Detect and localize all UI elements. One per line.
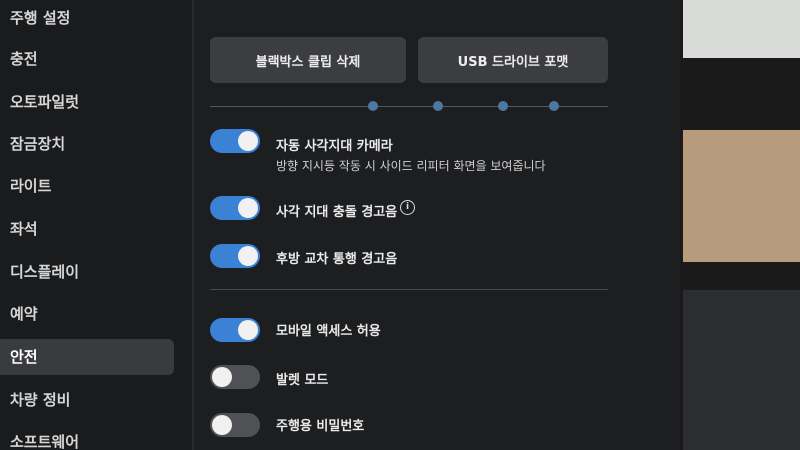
toggle-knob bbox=[212, 367, 232, 387]
slider-step-2[interactable] bbox=[433, 101, 443, 111]
toggle-knob bbox=[212, 415, 232, 435]
toggle-knob bbox=[238, 320, 258, 340]
blind-spot-chime-label: 사각 지대 충돌 경고음 bbox=[276, 205, 398, 220]
toggle-knob bbox=[238, 131, 258, 151]
format-usb-drive-button[interactable]: USB 드라이브 포맷 bbox=[418, 37, 608, 83]
sidebar-item-charging[interactable]: 충전 bbox=[0, 41, 174, 77]
rear-cross-traffic-label: 후방 교차 통행 경고음 bbox=[276, 252, 398, 267]
blind-spot-camera-toggle[interactable] bbox=[210, 129, 260, 153]
sidebar-item-autopilot[interactable]: 오토파일럿 bbox=[0, 84, 174, 120]
toggle-knob bbox=[238, 198, 258, 218]
slider-step-4[interactable] bbox=[549, 101, 559, 111]
background-window bbox=[683, 0, 800, 58]
sidebar-divider bbox=[192, 0, 194, 450]
sidebar-item-driving-settings[interactable]: 주행 설정 bbox=[0, 0, 174, 36]
section-divider bbox=[210, 289, 608, 290]
info-icon[interactable]: i bbox=[400, 200, 415, 215]
touchscreen: 주행 설정 충전 오토파일럿 잠금장치 라이트 좌석 디스플레이 예약 안전 차… bbox=[0, 0, 680, 450]
valet-mode-toggle[interactable] bbox=[210, 365, 260, 389]
background-dashboard bbox=[683, 290, 800, 450]
pin-to-drive-toggle[interactable] bbox=[210, 413, 260, 437]
delete-dashcam-clips-button[interactable]: 블랙박스 클립 삭제 bbox=[210, 37, 406, 83]
sidebar-item-software[interactable]: 소프트웨어 bbox=[0, 424, 174, 450]
rear-cross-traffic-toggle[interactable] bbox=[210, 244, 260, 268]
sidebar-item-safety[interactable]: 안전 bbox=[0, 339, 174, 375]
slider-step-3[interactable] bbox=[498, 101, 508, 111]
blind-spot-chime-toggle[interactable] bbox=[210, 196, 260, 220]
sidebar-item-lights[interactable]: 라이트 bbox=[0, 168, 174, 204]
sidebar-item-display[interactable]: 디스플레이 bbox=[0, 254, 174, 290]
valet-mode-label: 발렛 모드 bbox=[276, 373, 329, 388]
background-dashboard-trim bbox=[683, 130, 800, 262]
sidebar-item-schedule[interactable]: 예약 bbox=[0, 296, 174, 332]
sidebar-item-locks[interactable]: 잠금장치 bbox=[0, 126, 174, 162]
blind-spot-camera-label: 자동 사각지대 카메라 bbox=[276, 139, 393, 154]
slider-step-1[interactable] bbox=[368, 101, 378, 111]
sidebar-item-seats[interactable]: 좌석 bbox=[0, 211, 174, 247]
toggle-knob bbox=[238, 246, 258, 266]
mobile-access-toggle[interactable] bbox=[210, 318, 260, 342]
blind-spot-camera-description: 방향 지시등 작동 시 사이드 리피터 화면을 보여줍니다 bbox=[276, 159, 546, 173]
pin-to-drive-label: 주행용 비밀번호 bbox=[276, 419, 365, 434]
sidebar-item-service[interactable]: 차량 정비 bbox=[0, 382, 174, 418]
settings-sidebar: 주행 설정 충전 오토파일럿 잠금장치 라이트 좌석 디스플레이 예약 안전 차… bbox=[0, 0, 192, 450]
mobile-access-label: 모바일 액세스 허용 bbox=[276, 324, 381, 339]
